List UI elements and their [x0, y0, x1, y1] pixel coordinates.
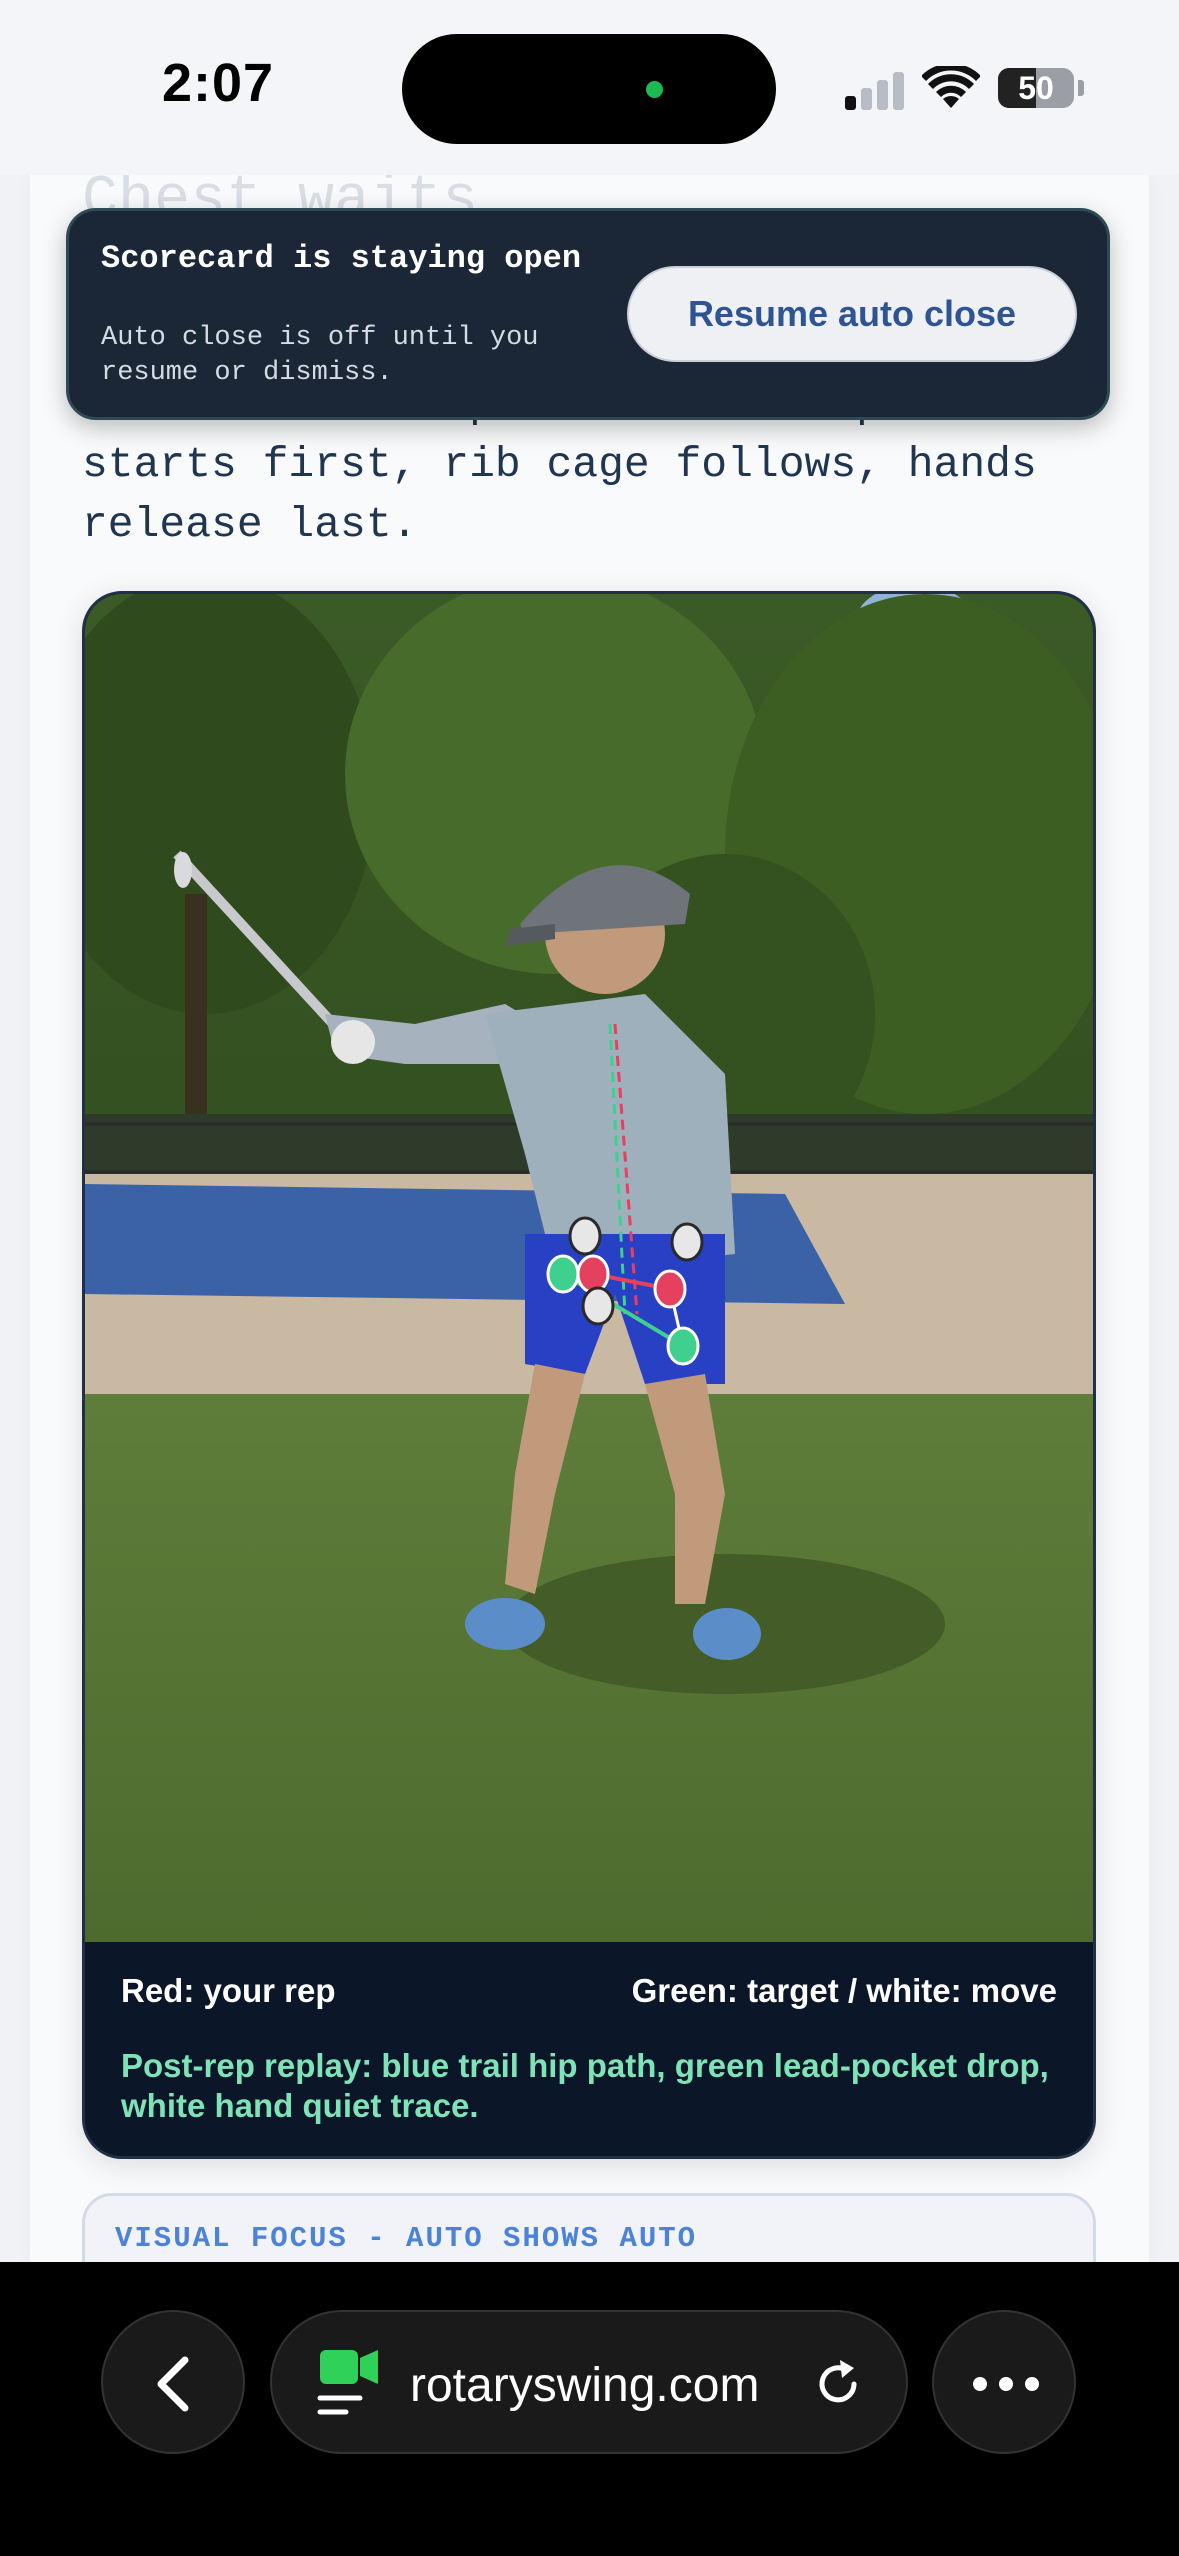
chevron-left-icon: [157, 2356, 189, 2412]
white-move-marker-right: [670, 1222, 704, 1262]
battery-tip: [1078, 80, 1084, 96]
scorecard-toast: Scorecard is staying open Auto close is …: [66, 208, 1110, 420]
battery-icon: 50: [998, 68, 1074, 108]
resume-auto-close-button[interactable]: Resume auto close: [627, 266, 1077, 362]
dynamic-island: [402, 34, 776, 144]
legend-red: Red: your rep: [121, 1972, 336, 2009]
replay-note: Post-rep replay: blue trail hip path, gr…: [121, 2047, 1049, 2124]
address-bar[interactable]: rotaryswing.com: [270, 2310, 908, 2454]
red-rep-marker-right: [653, 1269, 687, 1309]
white-move-marker-bottom: [581, 1286, 615, 1326]
cellular-signal-icon: [845, 70, 905, 110]
pose-markers: [546, 1216, 704, 1366]
more-icon: [973, 2377, 1039, 2391]
toast-subtitle: Auto close is off until you resume or di…: [101, 323, 539, 388]
camera-indicator-icon: [646, 81, 663, 98]
status-bar: 2:07 50: [0, 0, 1179, 175]
status-time: 2:07: [162, 53, 275, 113]
swing-video[interactable]: [85, 594, 1093, 1942]
red-rep-marker-left: [576, 1254, 610, 1294]
more-button[interactable]: [932, 2310, 1076, 2454]
url-text: rotaryswing.com: [410, 2359, 760, 2412]
page-content[interactable]: Chest waits Correct order: pelvis or lea…: [30, 175, 1149, 2265]
visual-focus-card[interactable]: VISUAL FOCUS - AUTO SHOWS AUTO: [82, 2193, 1096, 2265]
toast-title: Scorecard is staying open: [101, 240, 582, 277]
wifi-icon: [922, 66, 980, 108]
reload-icon[interactable]: [810, 2356, 866, 2412]
browser-toolbar: rotaryswing.com: [0, 2262, 1179, 2556]
legend-green-white: Green: target / white: move: [631, 1972, 1057, 2009]
green-target-marker-left: [546, 1254, 580, 1294]
battery-percent: 50: [1018, 70, 1054, 106]
green-target-marker-right: [666, 1326, 700, 1366]
white-move-marker-left: [568, 1216, 602, 1256]
visual-focus-label: VISUAL FOCUS - AUTO SHOWS AUTO: [115, 2222, 698, 2255]
swing-video-card[interactable]: Red: your rep Green: target / white: mov…: [82, 591, 1096, 2159]
overlay-legend: Red: your rep Green: target / white: mov…: [85, 1942, 1093, 2156]
facetime-video-icon: [317, 2350, 378, 2415]
back-button[interactable]: [101, 2310, 245, 2454]
